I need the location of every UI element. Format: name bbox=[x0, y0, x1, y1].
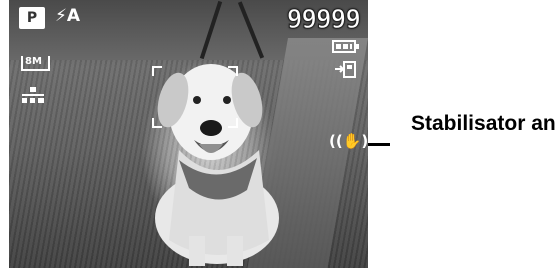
battery-full-icon bbox=[332, 40, 359, 53]
af-frame-corner bbox=[152, 66, 162, 76]
callout-line bbox=[368, 143, 390, 146]
flash-mode-icon: ⚡A bbox=[55, 6, 81, 26]
image-size-icon: 8M bbox=[21, 54, 50, 71]
quality-icon bbox=[22, 87, 44, 103]
camera-lcd-preview: P ⚡A 99999 8M ((✋)) bbox=[9, 0, 368, 268]
af-frame-corner bbox=[228, 118, 238, 128]
internal-memory-icon bbox=[335, 61, 356, 78]
mode-indicator: P bbox=[19, 7, 45, 29]
stabilizer-callout-label: Stabilisator an bbox=[411, 112, 556, 135]
shots-remaining-counter: 99999 bbox=[286, 5, 361, 36]
stabilizer-icon: ((✋)) bbox=[329, 132, 368, 150]
af-frame-corner bbox=[152, 118, 162, 128]
af-frame-corner bbox=[228, 66, 238, 76]
resolution-value: 8M bbox=[25, 56, 42, 67]
